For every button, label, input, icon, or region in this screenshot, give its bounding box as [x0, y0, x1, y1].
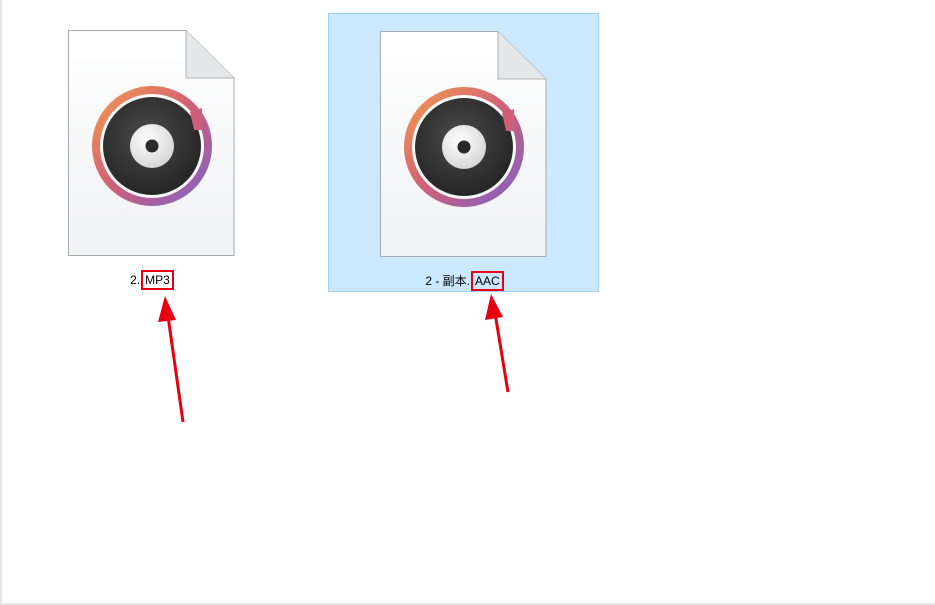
file-name-prefix: 2 - 副本. [425, 274, 470, 288]
file-extension-highlight: MP3 [141, 270, 174, 290]
file-item-mp3[interactable]: 2. MP3 [60, 20, 244, 292]
red-arrow-icon [485, 294, 510, 393]
file-name-label: 2 - 副本. AAC [329, 271, 600, 291]
window-left-edge [0, 0, 2, 605]
music-disc-file-icon [380, 31, 547, 257]
music-disc-file-icon [68, 30, 235, 256]
file-name-prefix: 2. [130, 273, 141, 287]
file-item-aac-selected[interactable]: 2 - 副本. AAC [328, 13, 599, 292]
red-arrow-icon [158, 296, 185, 423]
file-extension-highlight: AAC [471, 271, 504, 291]
file-name-label: 2. MP3 [60, 270, 244, 290]
